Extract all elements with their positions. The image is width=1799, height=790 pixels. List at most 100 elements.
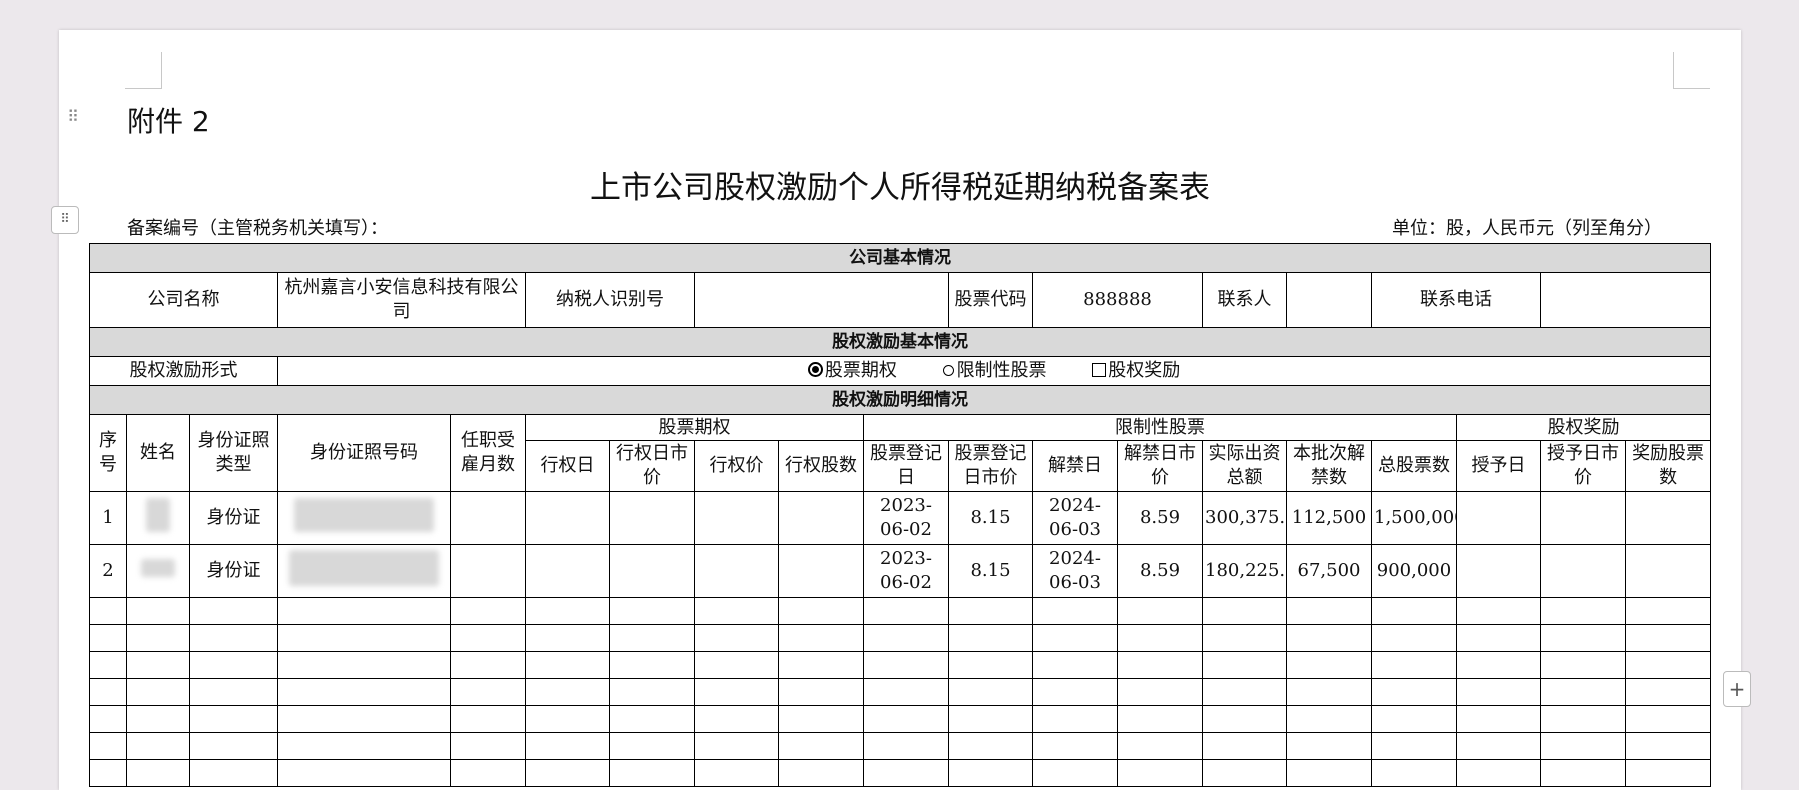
empty-cell[interactable] xyxy=(1540,678,1626,706)
empty-cell[interactable] xyxy=(609,651,695,679)
company-name-value[interactable]: 杭州嘉言小安信息科技有限公司 xyxy=(277,272,526,328)
empty-cell[interactable] xyxy=(1286,759,1372,787)
empty-cell[interactable] xyxy=(277,651,451,679)
empty-cell[interactable] xyxy=(863,732,949,760)
empty-cell[interactable] xyxy=(450,678,526,706)
empty-cell[interactable] xyxy=(126,597,190,625)
empty-cell[interactable] xyxy=(89,624,127,652)
cell-name-redacted[interactable] xyxy=(126,544,190,598)
taxpayer-id-value[interactable] xyxy=(694,272,949,328)
cell-id-type[interactable]: 身份证 xyxy=(189,544,278,598)
empty-cell[interactable] xyxy=(1456,597,1541,625)
empty-cell[interactable] xyxy=(863,678,949,706)
empty-cell[interactable] xyxy=(694,705,779,733)
empty-cell[interactable] xyxy=(1540,705,1626,733)
option-stock-options[interactable]: 股票期权 xyxy=(807,360,897,381)
empty-cell[interactable] xyxy=(609,732,695,760)
empty-cell[interactable] xyxy=(126,732,190,760)
empty-cell[interactable] xyxy=(1202,759,1287,787)
empty-cell[interactable] xyxy=(450,732,526,760)
empty-cell[interactable] xyxy=(1624,651,1712,679)
empty-cell[interactable] xyxy=(948,624,1033,652)
empty-cell[interactable] xyxy=(1202,678,1287,706)
empty-cell[interactable] xyxy=(778,705,864,733)
empty-cell[interactable] xyxy=(1202,705,1287,733)
empty-cell[interactable] xyxy=(525,732,610,760)
cell-total-shares[interactable]: 1,500,000 xyxy=(1371,491,1457,545)
cell-reg-mkt-price[interactable]: 8.15 xyxy=(948,491,1033,545)
empty-cell[interactable] xyxy=(525,651,610,679)
cell-exercise-date[interactable] xyxy=(525,491,610,545)
cell-unlock-mkt-price[interactable]: 8.59 xyxy=(1117,491,1203,545)
empty-cell[interactable] xyxy=(1540,651,1626,679)
cell-grant-mkt-price[interactable] xyxy=(1540,544,1626,598)
empty-cell[interactable] xyxy=(1032,732,1118,760)
cell-name-redacted[interactable] xyxy=(126,491,190,545)
empty-cell[interactable] xyxy=(778,624,864,652)
cell-exercise-shares[interactable] xyxy=(778,491,864,545)
empty-cell[interactable] xyxy=(1117,597,1203,625)
empty-cell[interactable] xyxy=(694,759,779,787)
empty-cell[interactable] xyxy=(525,597,610,625)
empty-cell[interactable] xyxy=(89,651,127,679)
empty-cell[interactable] xyxy=(948,732,1033,760)
cell-exercise-mkt-price[interactable] xyxy=(609,491,695,545)
empty-cell[interactable] xyxy=(1202,732,1287,760)
empty-cell[interactable] xyxy=(277,732,451,760)
empty-cell[interactable] xyxy=(450,624,526,652)
empty-cell[interactable] xyxy=(525,705,610,733)
empty-cell[interactable] xyxy=(1286,624,1372,652)
empty-cell[interactable] xyxy=(89,705,127,733)
option-equity-award[interactable]: 股权奖励 xyxy=(1092,360,1180,381)
cell-exercise-price[interactable] xyxy=(694,544,779,598)
cell-grant-date[interactable] xyxy=(1456,544,1541,598)
empty-cell[interactable] xyxy=(1624,732,1712,760)
empty-cell[interactable] xyxy=(126,651,190,679)
empty-cell[interactable] xyxy=(1540,732,1626,760)
empty-cell[interactable] xyxy=(609,759,695,787)
cell-months[interactable] xyxy=(450,491,526,545)
empty-cell[interactable] xyxy=(1032,759,1118,787)
empty-cell[interactable] xyxy=(89,678,127,706)
cell-actual-paid[interactable]: 300,375.00 xyxy=(1202,491,1287,545)
empty-cell[interactable] xyxy=(609,597,695,625)
empty-cell[interactable] xyxy=(1371,624,1457,652)
empty-cell[interactable] xyxy=(1540,597,1626,625)
empty-cell[interactable] xyxy=(126,705,190,733)
cell-reg-mkt-price[interactable]: 8.15 xyxy=(948,544,1033,598)
empty-cell[interactable] xyxy=(778,759,864,787)
empty-cell[interactable] xyxy=(277,759,451,787)
empty-cell[interactable] xyxy=(1202,651,1287,679)
empty-cell[interactable] xyxy=(1117,678,1203,706)
empty-cell[interactable] xyxy=(1456,705,1541,733)
cell-grant-mkt-price[interactable] xyxy=(1540,491,1626,545)
cell-seq[interactable]: 2 xyxy=(89,544,127,598)
empty-cell[interactable] xyxy=(189,651,278,679)
cell-months[interactable] xyxy=(450,544,526,598)
cell-award-shares[interactable] xyxy=(1624,491,1712,545)
empty-cell[interactable] xyxy=(189,759,278,787)
empty-cell[interactable] xyxy=(609,678,695,706)
contact-value[interactable] xyxy=(1286,272,1372,328)
empty-cell[interactable] xyxy=(1624,705,1712,733)
empty-cell[interactable] xyxy=(189,624,278,652)
cell-unlock-date[interactable]: 2024-06-03 xyxy=(1032,544,1118,598)
empty-cell[interactable] xyxy=(863,651,949,679)
empty-cell[interactable] xyxy=(277,678,451,706)
cell-seq[interactable]: 1 xyxy=(89,491,127,545)
empty-cell[interactable] xyxy=(778,732,864,760)
empty-cell[interactable] xyxy=(277,597,451,625)
empty-cell[interactable] xyxy=(1032,678,1118,706)
empty-cell[interactable] xyxy=(1371,678,1457,706)
stock-code-value[interactable]: 888888 xyxy=(1032,272,1203,328)
cell-unlock-date[interactable]: 2024-06-03 xyxy=(1032,491,1118,545)
cell-total-shares[interactable]: 900,000 xyxy=(1371,544,1457,598)
empty-cell[interactable] xyxy=(450,705,526,733)
empty-cell[interactable] xyxy=(694,624,779,652)
empty-cell[interactable] xyxy=(277,624,451,652)
cell-grant-date[interactable] xyxy=(1456,491,1541,545)
empty-cell[interactable] xyxy=(778,678,864,706)
cell-exercise-shares[interactable] xyxy=(778,544,864,598)
option-restricted-stock[interactable]: 限制性股票 xyxy=(942,360,1047,381)
empty-cell[interactable] xyxy=(948,759,1033,787)
